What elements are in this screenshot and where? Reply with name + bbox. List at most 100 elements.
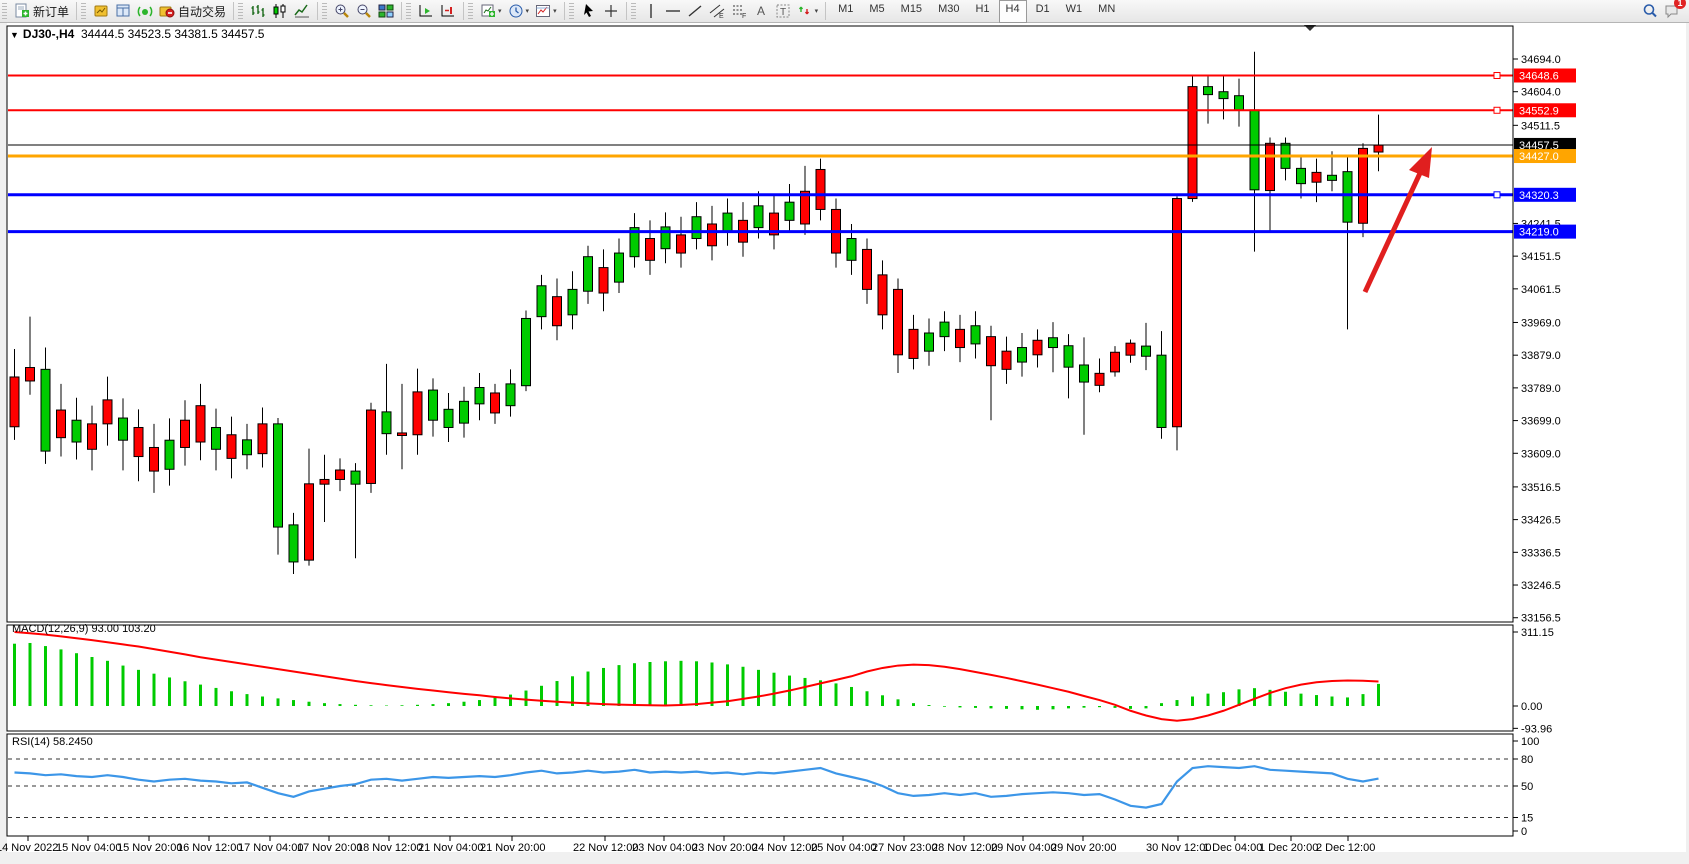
toolbar-button-chart-shift[interactable]: [437, 0, 459, 23]
candle-body[interactable]: [1142, 346, 1151, 356]
candle-body[interactable]: [584, 257, 593, 292]
candle-body[interactable]: [196, 406, 205, 442]
candle-body[interactable]: [103, 400, 112, 424]
candle-body[interactable]: [1374, 145, 1383, 152]
toolbar-button-zoom-out[interactable]: [353, 0, 375, 23]
candle-body[interactable]: [692, 217, 701, 239]
candle-body[interactable]: [1002, 351, 1011, 369]
candle-body[interactable]: [1359, 148, 1368, 223]
candle-body[interactable]: [444, 409, 453, 427]
timeframe-button-m5[interactable]: M5: [862, 0, 891, 23]
candle-body[interactable]: [1111, 352, 1120, 372]
line-handle[interactable]: [1494, 107, 1500, 113]
candle-body[interactable]: [367, 410, 376, 483]
timeframe-button-d1[interactable]: D1: [1029, 0, 1057, 23]
toolbar-button-search[interactable]: [1639, 0, 1661, 23]
toolbar-grip[interactable]: [631, 3, 636, 19]
candle-body[interactable]: [677, 235, 686, 253]
candle-body[interactable]: [553, 297, 562, 326]
candle-body[interactable]: [429, 390, 438, 420]
candle-body[interactable]: [940, 322, 949, 337]
toolbar-button-new-order[interactable]: 新订单: [11, 0, 72, 23]
candle-body[interactable]: [1126, 343, 1135, 355]
candle-body[interactable]: [150, 447, 159, 471]
chevron-down-icon[interactable]: ▼: [10, 30, 19, 40]
candle-body[interactable]: [956, 329, 965, 347]
candle-body[interactable]: [1064, 346, 1073, 367]
candle-body[interactable]: [1297, 168, 1306, 183]
candle-body[interactable]: [320, 479, 329, 484]
timeframe-button-m1[interactable]: M1: [831, 0, 860, 23]
candle-body[interactable]: [1266, 143, 1275, 190]
toolbar-button-fibonacci[interactable]: F: [728, 0, 750, 23]
candle-body[interactable]: [258, 424, 267, 454]
toolbar-grip[interactable]: [238, 3, 243, 19]
toolbar-button-cursor[interactable]: [578, 0, 600, 23]
chart-window[interactable]: 34694.034604.034511.534241.534151.534061…: [0, 22, 1689, 859]
dropdown-arrow-icon[interactable]: ▾: [553, 7, 557, 15]
toolbar-grip[interactable]: [468, 3, 473, 19]
toolbar-button-crosshair[interactable]: [600, 0, 622, 23]
chart-canvas[interactable]: 34694.034604.034511.534241.534151.534061…: [0, 22, 1689, 859]
toolbar-grip[interactable]: [81, 3, 86, 19]
candle-body[interactable]: [1080, 365, 1089, 382]
candle-body[interactable]: [863, 249, 872, 289]
candle-body[interactable]: [537, 286, 546, 317]
toolbar-button-data-window[interactable]: [112, 0, 134, 23]
candle-body[interactable]: [1312, 172, 1321, 182]
candle-body[interactable]: [599, 268, 608, 293]
candle-body[interactable]: [506, 384, 515, 406]
toolbar-button-vline[interactable]: [640, 0, 662, 23]
toolbar-grip[interactable]: [322, 3, 327, 19]
toolbar-grip[interactable]: [2, 3, 7, 19]
candle-body[interactable]: [1219, 92, 1228, 99]
candle-body[interactable]: [57, 410, 66, 438]
toolbar-button-signal[interactable]: [134, 0, 156, 23]
candle-body[interactable]: [351, 471, 360, 484]
candle-body[interactable]: [1095, 373, 1104, 385]
toolbar-button-zoom-in[interactable]: [331, 0, 353, 23]
timeframe-button-h1[interactable]: H1: [968, 0, 996, 23]
candle-body[interactable]: [227, 435, 236, 459]
candle-body[interactable]: [88, 424, 97, 449]
candle-body[interactable]: [305, 484, 314, 560]
candle-body[interactable]: [785, 202, 794, 220]
toolbar-button-templates[interactable]: ▾: [532, 0, 560, 23]
candle-body[interactable]: [1328, 175, 1337, 180]
candle-body[interactable]: [723, 213, 732, 231]
toolbar-button-channel[interactable]: E: [706, 0, 728, 23]
candle-body[interactable]: [925, 333, 934, 351]
candle-body[interactable]: [971, 326, 980, 344]
candle-body[interactable]: [754, 206, 763, 228]
candle-body[interactable]: [413, 392, 422, 435]
candle-body[interactable]: [878, 275, 887, 315]
candle-body[interactable]: [894, 289, 903, 354]
candle-body[interactable]: [1033, 340, 1042, 355]
toolbar-grip[interactable]: [406, 3, 411, 19]
toolbar-button-text[interactable]: A: [750, 0, 772, 23]
candle-body[interactable]: [382, 412, 391, 434]
candle-body[interactable]: [987, 337, 996, 366]
toolbar-button-autotrading[interactable]: 自动交易: [156, 0, 229, 23]
candle-body[interactable]: [398, 433, 407, 436]
line-handle[interactable]: [1494, 192, 1500, 198]
candle-body[interactable]: [165, 440, 174, 469]
toolbar-button-chat[interactable]: 1: [1661, 0, 1683, 23]
candle-body[interactable]: [708, 224, 717, 246]
toolbar-grip[interactable]: [569, 3, 574, 19]
dropdown-arrow-icon[interactable]: ▾: [498, 7, 502, 15]
timeframe-button-m30[interactable]: M30: [931, 0, 966, 23]
candle-body[interactable]: [274, 424, 283, 527]
candle-body[interactable]: [1235, 96, 1244, 110]
toolbar-button-bar-chart[interactable]: [247, 0, 269, 23]
toolbar-button-arrows[interactable]: ▾: [794, 0, 822, 23]
candle-body[interactable]: [1204, 87, 1213, 95]
line-handle[interactable]: [1494, 72, 1500, 78]
timeframe-button-m15[interactable]: M15: [894, 0, 929, 23]
candle-body[interactable]: [816, 169, 825, 209]
candle-body[interactable]: [72, 420, 81, 442]
toolbar-button-tile-windows[interactable]: [375, 0, 397, 23]
candle-body[interactable]: [847, 239, 856, 261]
candle-body[interactable]: [1343, 172, 1352, 223]
candle-body[interactable]: [491, 393, 500, 413]
